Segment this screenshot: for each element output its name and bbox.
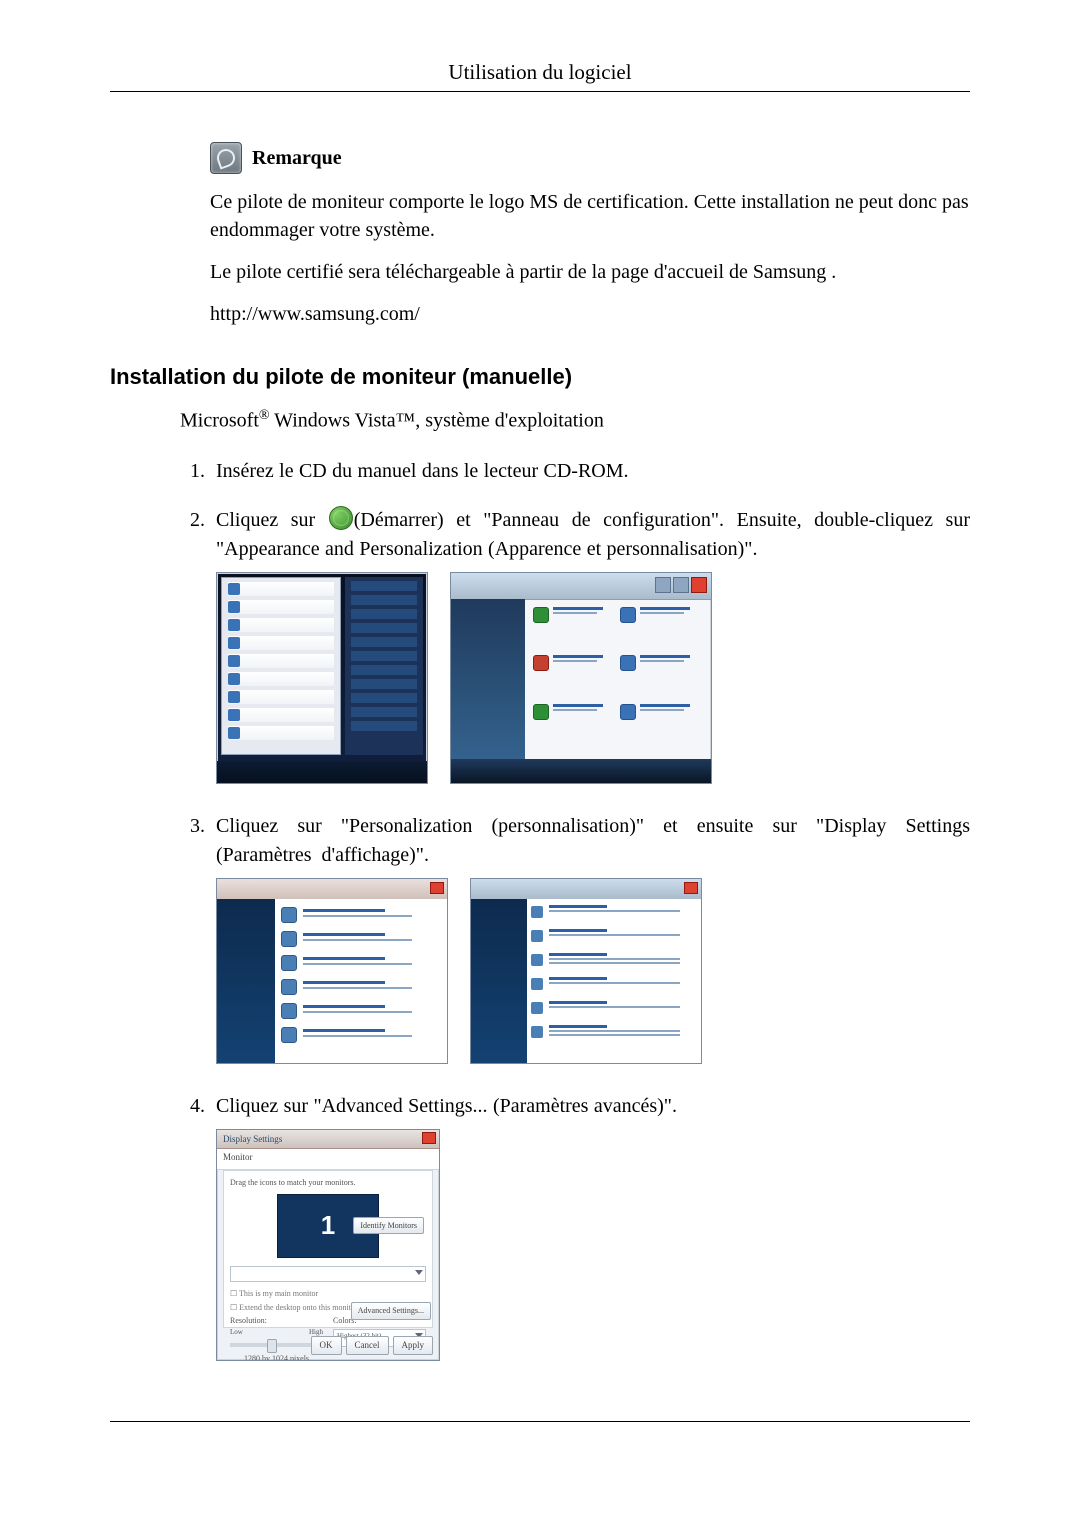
- screenshot-start-menu: [216, 572, 428, 784]
- step-2-text-a: Cliquez sur: [216, 509, 328, 531]
- dialog-title: Display Settings: [217, 1130, 439, 1149]
- steps-list: Insérez le CD du manuel dans le lecteur …: [180, 457, 970, 1361]
- step-4-text: Cliquez sur "Advanced Settings... (Param…: [216, 1095, 677, 1117]
- os-prefix: Microsoft: [180, 410, 259, 432]
- remark-block: Remarque Ce pilote de moniteur comporte …: [210, 142, 970, 328]
- ok-button[interactable]: OK: [311, 1336, 342, 1355]
- step-1: Insérez le CD du manuel dans le lecteur …: [210, 457, 970, 486]
- footer-rule: [110, 1421, 970, 1422]
- remark-label: Remarque: [252, 147, 342, 170]
- cancel-button[interactable]: Cancel: [346, 1336, 389, 1355]
- page-header: Utilisation du logiciel: [110, 60, 970, 92]
- resolution-label: Resolution:: [230, 1315, 323, 1327]
- advanced-settings-button[interactable]: Advanced Settings...: [351, 1302, 431, 1320]
- screenshot-row-2: [216, 878, 970, 1064]
- remark-paragraph-2: Le pilote certifié sera téléchargeable à…: [210, 258, 970, 286]
- screenshot-personalization: [216, 878, 448, 1064]
- step-2: Cliquez sur (Démarrer) et "Panneau de co…: [210, 506, 970, 784]
- os-rest: Windows Vista™, système d'exploitation: [270, 410, 604, 432]
- note-icon: [210, 142, 242, 174]
- section-heading: Installation du pilote de moniteur (manu…: [110, 364, 970, 390]
- screenshot-display-settings-list: [470, 878, 702, 1064]
- monitor-select[interactable]: [230, 1266, 426, 1282]
- screenshot-row-3: Display Settings Monitor Drag the icons …: [216, 1129, 970, 1361]
- document-page: Utilisation du logiciel Remarque Ce pilo…: [0, 0, 1080, 1527]
- close-icon[interactable]: [422, 1132, 436, 1144]
- main-monitor-checkbox[interactable]: ☐ This is my main monitor: [230, 1288, 426, 1300]
- screenshot-control-panel: [450, 572, 712, 784]
- step-3-text: Cliquez sur "Personalization (personnali…: [216, 815, 970, 866]
- apply-button[interactable]: Apply: [393, 1336, 434, 1355]
- windows-start-icon: [329, 506, 353, 530]
- screenshot-row-1: [216, 572, 970, 784]
- step-3: Cliquez sur "Personalization (personnali…: [210, 812, 970, 1064]
- remark-url: http://www.samsung.com/: [210, 300, 970, 328]
- identify-monitors-button[interactable]: Identify Monitors: [353, 1217, 424, 1235]
- os-subline: Microsoft® Windows Vista™, système d'exp…: [180, 408, 970, 433]
- dialog-tab-monitor[interactable]: Monitor: [217, 1149, 439, 1170]
- registered-symbol: ®: [259, 408, 270, 423]
- drag-instruction: Drag the icons to match your monitors.: [230, 1177, 426, 1189]
- step-4: Cliquez sur "Advanced Settings... (Param…: [210, 1092, 970, 1361]
- remark-paragraph-1: Ce pilote de moniteur comporte le logo M…: [210, 188, 970, 244]
- step-1-text: Insérez le CD du manuel dans le lecteur …: [216, 460, 629, 482]
- screenshot-display-settings-dialog: Display Settings Monitor Drag the icons …: [216, 1129, 440, 1361]
